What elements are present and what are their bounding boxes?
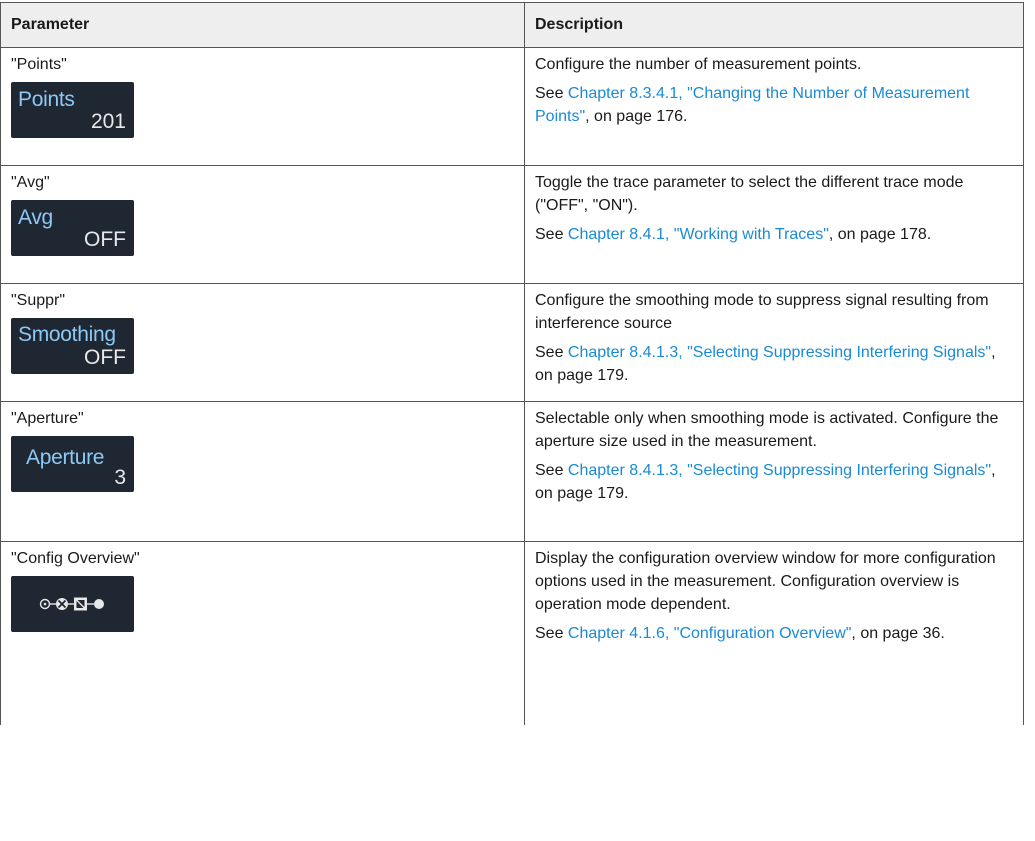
smoothing-softkey: Smoothing OFF bbox=[11, 318, 134, 374]
description-text: Configure the number of measurement poin… bbox=[535, 56, 862, 73]
aperture-softkey: Aperture 3 bbox=[11, 436, 134, 492]
see-prefix: See bbox=[535, 85, 568, 102]
chapter-link[interactable]: Chapter 8.4.1.3, "Selecting Suppressing … bbox=[568, 462, 991, 479]
parameter-table: Parameter Description "Points" Points 20… bbox=[0, 2, 1024, 725]
header-description: Description bbox=[524, 2, 1024, 48]
softkey-value: OFF bbox=[84, 346, 126, 369]
see-suffix: , on page 36. bbox=[851, 625, 945, 642]
table-row: "Points" Points 201 Configure the number… bbox=[0, 47, 1024, 166]
header-parameter: Parameter bbox=[0, 2, 525, 48]
see-also: See Chapter 4.1.6, "Configuration Overvi… bbox=[535, 622, 1013, 645]
softkey-label: Smoothing bbox=[18, 323, 116, 346]
parameter-name: "Points" bbox=[11, 56, 67, 73]
description-text: Display the configuration overview windo… bbox=[535, 550, 996, 613]
softkey-value: 3 bbox=[114, 466, 126, 489]
description-cell: Selectable only when smoothing mode is a… bbox=[524, 401, 1024, 542]
softkey-label: Avg bbox=[18, 206, 53, 229]
table-row: "Suppr" Smoothing OFF Configure the smoo… bbox=[0, 283, 1024, 402]
parameter-name: "Suppr" bbox=[11, 292, 66, 309]
description-text: Configure the smoothing mode to suppress… bbox=[535, 292, 989, 332]
avg-softkey: Avg OFF bbox=[11, 200, 134, 256]
parameter-name: "Config Overview" bbox=[11, 550, 140, 567]
description-cell: Display the configuration overview windo… bbox=[524, 541, 1024, 725]
see-prefix: See bbox=[535, 226, 568, 243]
chapter-link[interactable]: Chapter 8.4.1.3, "Selecting Suppressing … bbox=[568, 344, 991, 361]
parameter-name: "Aperture" bbox=[11, 410, 84, 427]
points-softkey: Points 201 bbox=[11, 82, 134, 138]
softkey-value: 201 bbox=[90, 110, 126, 133]
parameter-cell: "Config Overview" bbox=[0, 541, 525, 725]
see-also: See Chapter 8.3.4.1, "Changing the Numbe… bbox=[535, 82, 1013, 128]
see-prefix: See bbox=[535, 625, 568, 642]
softkey-label: Aperture bbox=[26, 446, 105, 469]
parameter-name: "Avg" bbox=[11, 174, 50, 191]
see-prefix: See bbox=[535, 462, 568, 479]
parameter-cell: "Avg" Avg OFF bbox=[0, 165, 525, 284]
see-suffix: , on page 176. bbox=[585, 108, 688, 125]
parameter-cell: "Suppr" Smoothing OFF bbox=[0, 283, 525, 402]
description-cell: Configure the smoothing mode to suppress… bbox=[524, 283, 1024, 402]
table-row: "Config Overview" Display the configurat… bbox=[0, 541, 1024, 725]
chapter-link[interactable]: Chapter 4.1.6, "Configuration Overview" bbox=[568, 625, 852, 642]
see-suffix: , on page 178. bbox=[828, 226, 932, 243]
description-cell: Configure the number of measurement poin… bbox=[524, 47, 1024, 166]
table-row: "Avg" Avg OFF Toggle the trace parameter… bbox=[0, 165, 1024, 284]
table-row: "Aperture" Aperture 3 Selectable only wh… bbox=[0, 401, 1024, 542]
see-also: See Chapter 8.4.1, "Working with Traces"… bbox=[535, 223, 1013, 246]
softkey-label: Points bbox=[18, 88, 75, 111]
table-header-row: Parameter Description bbox=[0, 2, 1024, 48]
description-text: Toggle the trace parameter to select the… bbox=[535, 174, 964, 214]
see-prefix: See bbox=[535, 344, 568, 361]
config-overview-softkey bbox=[11, 576, 134, 632]
parameter-cell: "Aperture" Aperture 3 bbox=[0, 401, 525, 542]
description-cell: Toggle the trace parameter to select the… bbox=[524, 165, 1024, 284]
see-also: See Chapter 8.4.1.3, "Selecting Suppress… bbox=[535, 341, 1013, 387]
softkey-value: OFF bbox=[84, 228, 126, 251]
description-text: Selectable only when smoothing mode is a… bbox=[535, 410, 999, 450]
chapter-link[interactable]: Chapter 8.4.1, "Working with Traces" bbox=[568, 226, 829, 243]
signal-chain-icon bbox=[39, 597, 104, 611]
see-also: See Chapter 8.4.1.3, "Selecting Suppress… bbox=[535, 459, 1013, 505]
parameter-cell: "Points" Points 201 bbox=[0, 47, 525, 166]
